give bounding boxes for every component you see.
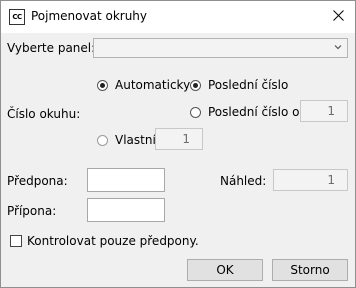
suffix-input[interactable]: [87, 198, 165, 222]
ok-button[interactable]: OK: [187, 259, 263, 281]
last-number-from-radio-label[interactable]: Poslední číslo od: [208, 105, 307, 119]
last-number-radio-label[interactable]: Poslední číslo: [208, 78, 288, 92]
custom-radio-label[interactable]: Vlastní: [115, 133, 156, 147]
preview-label: Náhled:: [220, 174, 267, 188]
check-prefix-only-checkbox[interactable]: [10, 235, 22, 247]
check-prefix-only-label[interactable]: Kontrolovat pouze předpony.: [27, 234, 199, 248]
prefix-label: Předpona:: [7, 174, 68, 188]
title-bar: CC Pojmenovat okruhy: [1, 1, 355, 33]
last-number-from-input[interactable]: 1: [300, 100, 348, 122]
suffix-label: Přípona:: [7, 204, 57, 218]
panel-label: Vyberte panel:: [7, 41, 96, 55]
close-icon: [332, 10, 344, 21]
circuit-number-label: Číslo okuhu:: [7, 107, 81, 121]
custom-number-input[interactable]: 1: [155, 128, 203, 150]
window-title: Pojmenovat okruhy: [31, 9, 148, 23]
last-number-from-radio[interactable]: [190, 107, 201, 118]
dialog-window: CC Pojmenovat okruhy Vyberte panel: Čísl…: [0, 0, 356, 288]
custom-radio[interactable]: [97, 135, 108, 146]
cancel-button[interactable]: Storno: [272, 259, 348, 281]
chevron-down-icon: [334, 45, 342, 50]
prefix-input[interactable]: [87, 168, 165, 192]
panel-select[interactable]: [93, 38, 348, 58]
preview-field: 1: [273, 169, 348, 191]
last-number-radio[interactable]: [190, 80, 201, 91]
automatic-radio[interactable]: [97, 80, 108, 91]
automatic-radio-label[interactable]: Automaticky: [115, 78, 190, 92]
close-button[interactable]: [325, 5, 351, 27]
app-icon: CC: [9, 9, 25, 25]
